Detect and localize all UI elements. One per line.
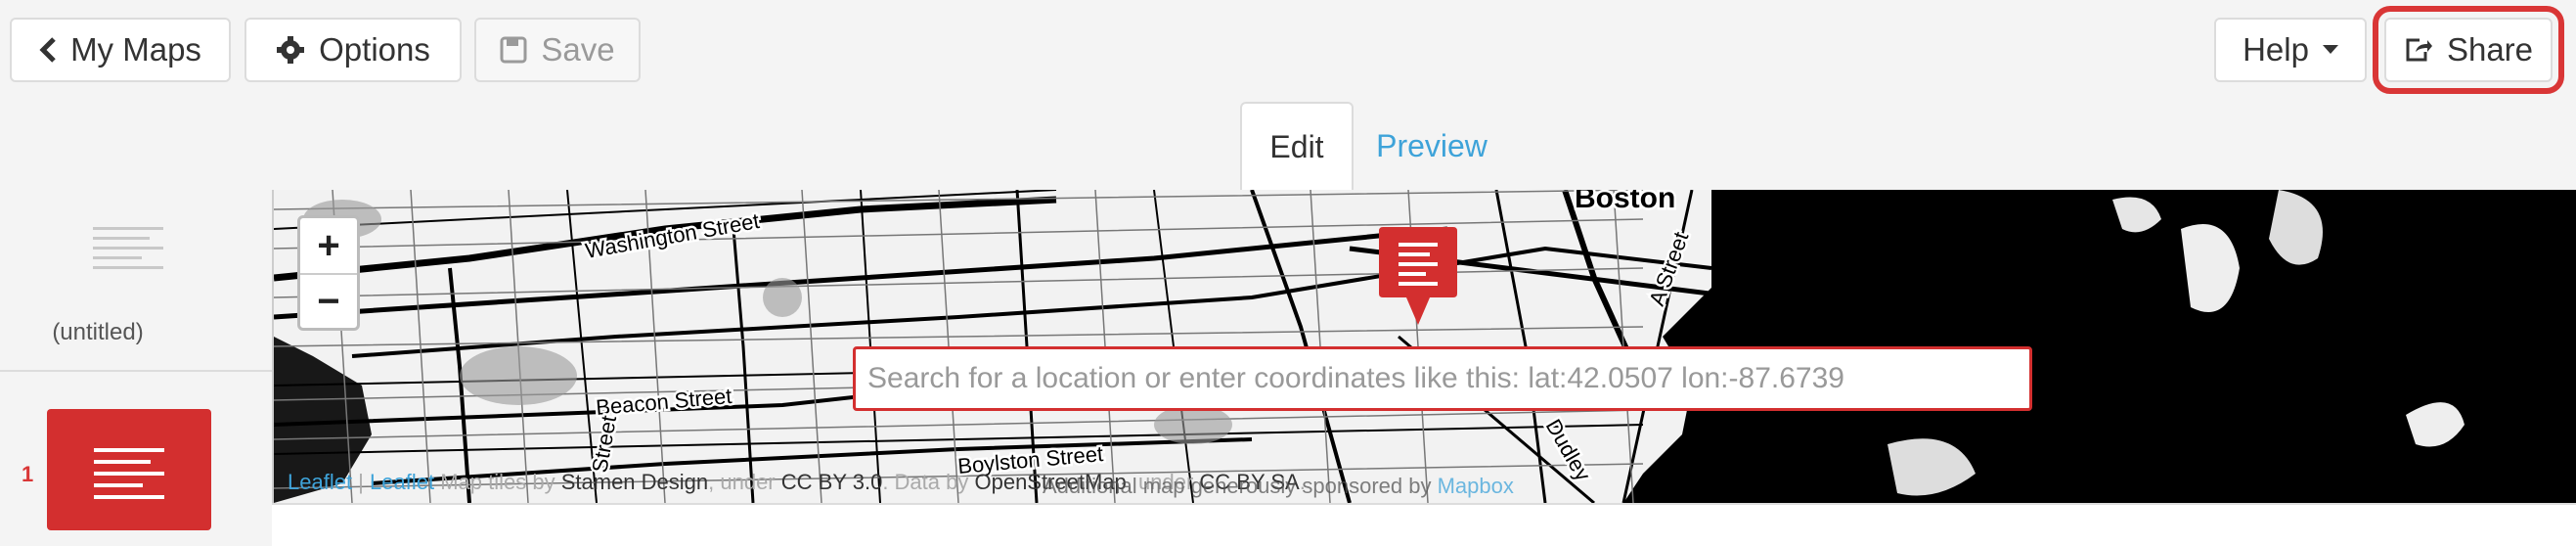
slide-thumbnail-active[interactable] [47, 409, 211, 530]
my-maps-button[interactable]: My Maps [10, 18, 231, 82]
options-button[interactable]: Options [244, 18, 462, 82]
leaflet-link[interactable]: Leaflet [370, 470, 434, 494]
my-maps-label: My Maps [70, 31, 201, 68]
floppy-disk-icon [500, 36, 527, 64]
slide-sidebar: (untitled) 1 [0, 190, 272, 546]
gear-icon [277, 36, 305, 64]
text-lines-icon [94, 448, 164, 507]
attribution-text: Map tiles by [440, 470, 555, 494]
view-tabs: Edit Preview [1240, 102, 1510, 190]
leaflet-link[interactable]: Leaflet [288, 470, 352, 494]
zoom-out-button[interactable]: − [300, 273, 357, 328]
editor-panel-top [272, 503, 2576, 546]
tab-edit[interactable]: Edit [1240, 102, 1354, 190]
sponsor-note: Additional map generously sponsored by M… [1043, 474, 1514, 499]
attribution-text: , under [708, 470, 776, 494]
help-label: Help [2243, 31, 2309, 68]
mapbox-link[interactable]: Mapbox [1438, 474, 1514, 498]
options-label: Options [319, 31, 430, 68]
location-search-input[interactable] [853, 346, 2032, 411]
text-lines-icon [93, 227, 163, 276]
stamen-link[interactable]: Stamen Design [561, 470, 708, 494]
slide-label: (untitled) [52, 319, 144, 345]
zoom-in-button[interactable]: + [300, 218, 357, 273]
street-label: Dudley [1541, 415, 1596, 485]
share-icon [2406, 38, 2432, 62]
tab-preview[interactable]: Preview [1354, 102, 1510, 190]
cc-by-link[interactable]: CC BY 3.0 [781, 470, 883, 494]
share-button[interactable]: Share [2373, 6, 2564, 94]
help-button[interactable]: Help [2214, 18, 2367, 82]
street-label: A Street [1644, 229, 1693, 309]
street-label: Washington Street [584, 208, 762, 263]
street-label: Boston [1575, 190, 1675, 214]
map-view[interactable]: Washington Street Beacon Street Boylston… [272, 190, 2576, 503]
street-label: Beacon Street [595, 384, 733, 420]
slide-thumbnail-untitled[interactable]: (untitled) [0, 190, 272, 372]
attribution-text: . Data by [882, 470, 969, 494]
caret-down-icon [2322, 45, 2338, 54]
save-label: Save [541, 31, 615, 68]
zoom-control: + − [297, 215, 360, 331]
chevron-left-icon [39, 37, 56, 63]
map-marker-icon[interactable] [1377, 225, 1459, 327]
sponsor-text: Additional map generously sponsored by [1043, 474, 1432, 498]
share-label: Share [2446, 31, 2534, 68]
slide-number: 1 [22, 462, 34, 486]
street-label: Street [587, 414, 621, 475]
save-button[interactable]: Save [474, 18, 641, 82]
